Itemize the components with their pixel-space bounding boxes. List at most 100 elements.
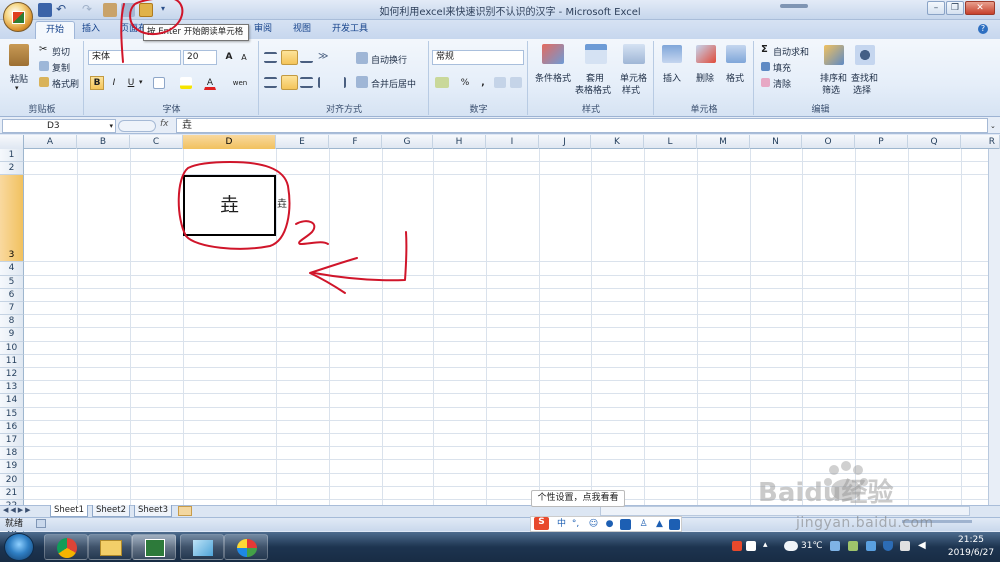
row-header[interactable]: 8: [0, 315, 24, 329]
select-all-button[interactable]: [0, 135, 24, 149]
ime-mode-toggle[interactable]: 中: [556, 519, 567, 530]
align-top-icon[interactable]: [264, 52, 277, 63]
keyboard-icon[interactable]: [620, 519, 631, 530]
tab-review[interactable]: 审阅: [244, 21, 282, 39]
row-header[interactable]: 15: [0, 407, 24, 421]
row-header[interactable]: 11: [0, 354, 24, 368]
formula-expand-icon[interactable]: ⌄: [990, 119, 999, 133]
column-header-h[interactable]: H: [433, 135, 486, 149]
vertical-scrollbar[interactable]: [988, 149, 1000, 505]
comma-button[interactable]: ,: [478, 76, 488, 90]
row-header[interactable]: 10: [0, 341, 24, 355]
row-header[interactable]: 12: [0, 368, 24, 382]
row-header[interactable]: 3: [0, 175, 24, 263]
user-icon[interactable]: ♙: [638, 519, 649, 530]
autosum-button[interactable]: 自动求和: [773, 45, 809, 58]
redo-icon[interactable]: ↷: [82, 3, 96, 17]
row-header[interactable]: 4: [0, 262, 24, 276]
column-header-e[interactable]: E: [276, 135, 329, 149]
microphone-icon[interactable]: ●: [604, 519, 615, 530]
name-box-dropdown-icon[interactable]: ▾: [109, 120, 113, 132]
insert-function-button[interactable]: fx: [160, 119, 172, 129]
column-header-d[interactable]: D: [183, 135, 276, 149]
clear-button[interactable]: 清除: [773, 77, 791, 90]
bold-button[interactable]: B: [90, 76, 104, 90]
cell-d3[interactable]: 垚: [183, 175, 276, 236]
ime-punctuation-toggle[interactable]: °,: [570, 519, 581, 530]
align-bottom-icon[interactable]: [300, 52, 313, 63]
format-cells-button[interactable]: 格式: [726, 71, 744, 84]
row-header[interactable]: 19: [0, 460, 24, 474]
row-header[interactable]: 6: [0, 288, 24, 302]
column-header-q[interactable]: Q: [908, 135, 961, 149]
align-right-icon[interactable]: [300, 77, 313, 88]
skin-icon[interactable]: ▲: [654, 519, 665, 530]
decrease-decimal-icon[interactable]: [510, 77, 522, 88]
row-header[interactable]: 2: [0, 162, 24, 176]
increase-decimal-icon[interactable]: [494, 77, 506, 88]
align-middle-icon[interactable]: [281, 50, 298, 65]
column-header-b[interactable]: B: [77, 135, 130, 149]
increase-indent-icon[interactable]: [334, 77, 346, 88]
undo-icon[interactable]: ↶: [56, 3, 70, 17]
paste-dropdown-icon[interactable]: ▾: [15, 84, 19, 92]
name-box[interactable]: D3 ▾: [2, 119, 116, 133]
column-header-a[interactable]: A: [24, 135, 77, 149]
taskbar-chrome[interactable]: [44, 534, 88, 560]
underline-button[interactable]: U: [124, 76, 138, 90]
accounting-format-icon[interactable]: [435, 77, 449, 88]
row-header[interactable]: 9: [0, 328, 24, 342]
start-button[interactable]: [4, 533, 34, 561]
sheet-tab-3[interactable]: Sheet3: [134, 505, 172, 517]
grow-font-button[interactable]: A: [222, 50, 236, 64]
insert-sheet-icon[interactable]: [178, 506, 192, 516]
row-header[interactable]: 16: [0, 420, 24, 434]
office-button[interactable]: [3, 2, 33, 32]
cell-e3[interactable]: 垚: [277, 195, 287, 210]
taskbar-app[interactable]: [180, 534, 224, 560]
insert-cells-button[interactable]: 插入: [663, 71, 681, 84]
conditional-format-button[interactable]: 条件格式: [535, 71, 571, 84]
percent-button[interactable]: %: [459, 76, 471, 90]
column-header-r[interactable]: R: [961, 135, 1000, 149]
sheet-tab-2[interactable]: Sheet2: [92, 505, 130, 517]
speak-cells-icon[interactable]: [103, 3, 117, 17]
tray-app-icon-2[interactable]: [848, 541, 858, 551]
formula-input[interactable]: 垚: [176, 118, 988, 133]
borders-icon[interactable]: [153, 77, 165, 89]
close-button[interactable]: ✕: [965, 1, 995, 15]
toolbox-icon[interactable]: [669, 519, 680, 530]
macro-record-icon[interactable]: [36, 519, 46, 528]
column-header-f[interactable]: F: [329, 135, 382, 149]
customize-qat-icon[interactable]: ▾: [161, 4, 165, 13]
clock-time[interactable]: 21:25: [945, 535, 997, 545]
merge-center-button[interactable]: 合并后居中: [371, 77, 416, 90]
security-shield-icon[interactable]: [883, 541, 893, 551]
restore-button[interactable]: ❐: [946, 1, 964, 15]
column-header-k[interactable]: K: [591, 135, 644, 149]
column-header-c[interactable]: C: [130, 135, 183, 149]
clock-date[interactable]: 2019/6/27: [945, 548, 997, 558]
worksheet-grid[interactable]: [0, 135, 1000, 505]
tab-view[interactable]: 视图: [283, 21, 321, 39]
align-left-icon[interactable]: [264, 77, 277, 88]
tab-insert[interactable]: 插入: [72, 21, 110, 39]
volume-icon[interactable]: ◀: [918, 541, 928, 551]
column-header-j[interactable]: J: [539, 135, 591, 149]
taskbar-explorer[interactable]: [88, 534, 132, 560]
help-icon[interactable]: ?: [978, 24, 988, 34]
tray-expand-icon[interactable]: ▴: [763, 540, 768, 550]
network-icon[interactable]: [900, 541, 910, 551]
tray-sogou-icon[interactable]: [732, 541, 742, 551]
save-icon[interactable]: [38, 3, 52, 17]
row-header[interactable]: 17: [0, 434, 24, 448]
format-painter-button[interactable]: 格式刷: [52, 77, 79, 90]
font-color-button[interactable]: A: [204, 76, 216, 90]
emoji-icon[interactable]: ☺: [588, 519, 599, 530]
align-center-icon[interactable]: [281, 75, 298, 90]
column-header-m[interactable]: M: [697, 135, 750, 149]
copy-button[interactable]: 复制: [52, 61, 70, 74]
column-header-l[interactable]: L: [644, 135, 697, 149]
fill-color-icon[interactable]: [180, 77, 192, 89]
sort-filter-label-2[interactable]: 筛选: [822, 83, 840, 96]
